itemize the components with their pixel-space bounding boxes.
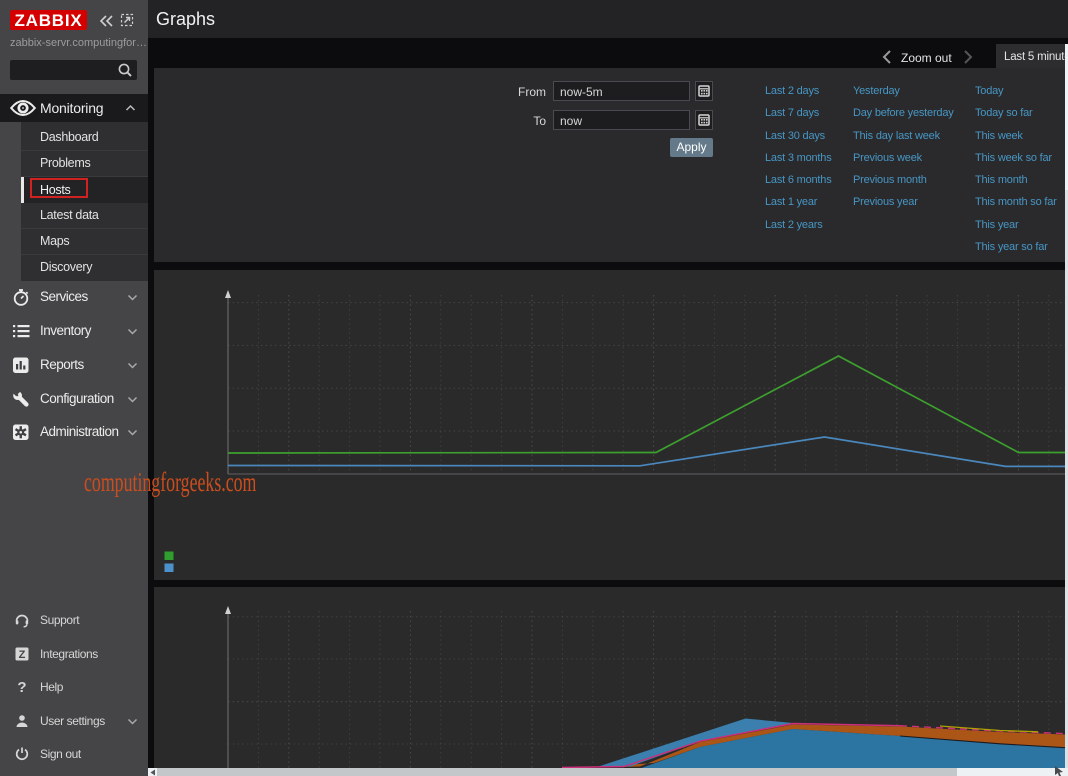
svg-text:Z: Z bbox=[19, 649, 26, 661]
svg-text:?: ? bbox=[17, 679, 26, 695]
